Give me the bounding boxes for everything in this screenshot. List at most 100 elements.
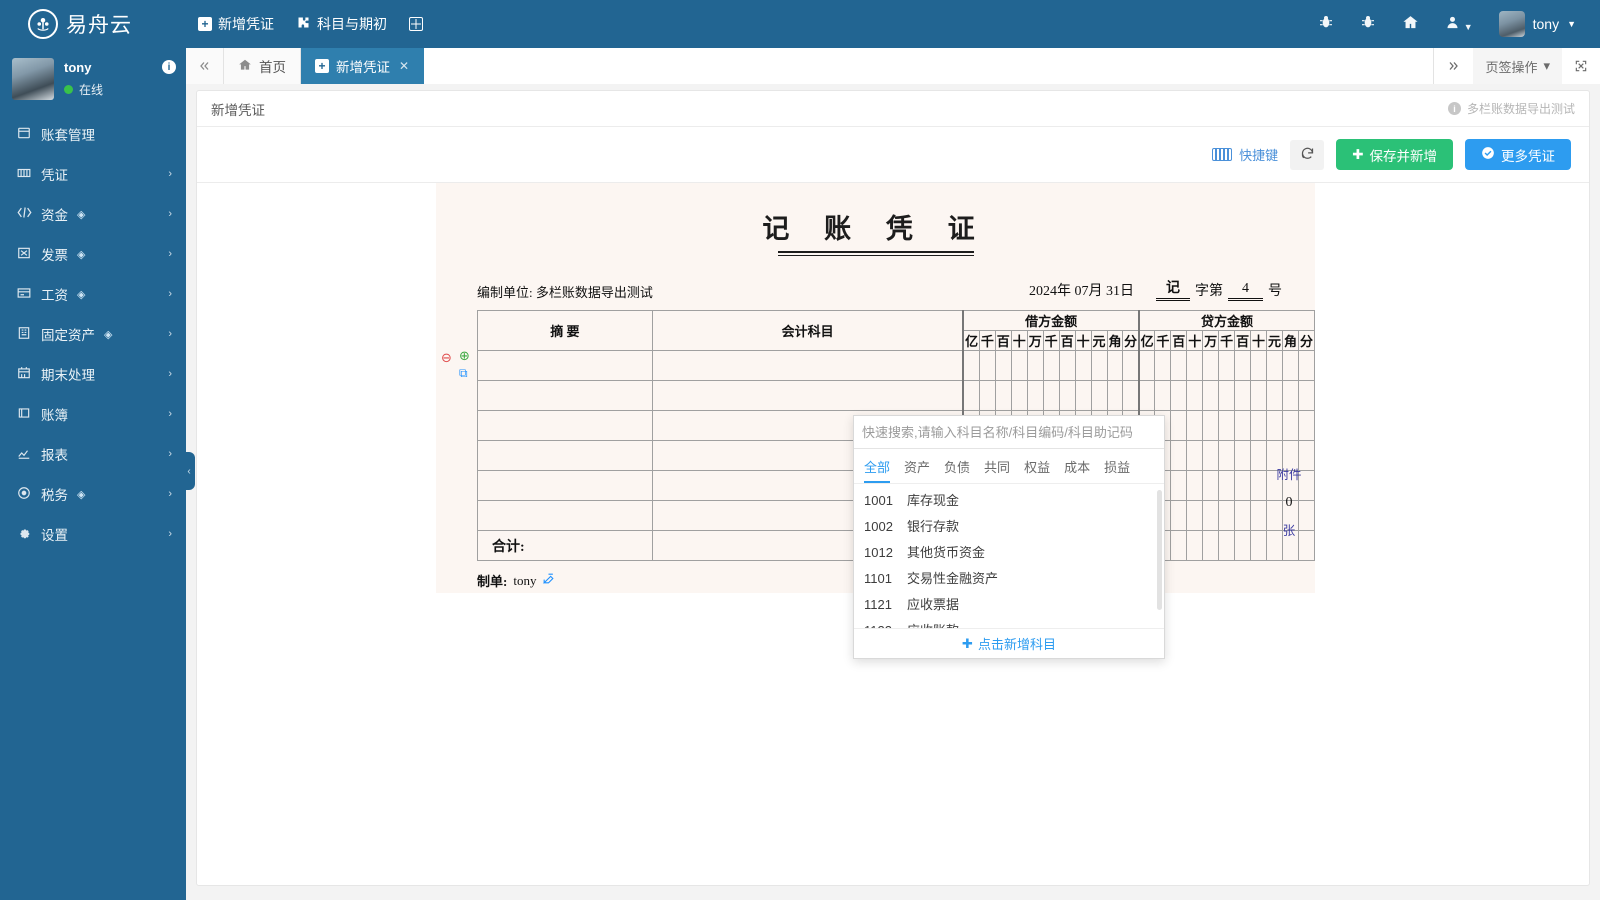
account-list-item[interactable]: 1101 交易性金融资产	[854, 566, 1164, 592]
debit-digit-cell[interactable]	[962, 380, 980, 411]
credit-digit-cell[interactable]	[1218, 350, 1236, 381]
account-list-item[interactable]: 1122 应收账款	[854, 618, 1164, 628]
sidebar-item-salary[interactable]: 工资 ◈ ›	[0, 274, 186, 314]
credit-digit-cell[interactable]	[1281, 350, 1299, 381]
sidebar-item-voucher[interactable]: 凭证 ›	[0, 154, 186, 194]
abstract-cell[interactable]	[477, 410, 653, 441]
credit-digit-cell[interactable]	[1250, 410, 1268, 441]
debit-digit-cell[interactable]	[994, 350, 1012, 381]
debit-digit-cell[interactable]	[1010, 380, 1028, 411]
debit-digit-cell[interactable]	[1058, 350, 1076, 381]
abstract-cell[interactable]	[477, 500, 653, 531]
account-list-item[interactable]: 1012 其他货币资金	[854, 540, 1164, 566]
credit-digit-cell[interactable]	[1234, 350, 1252, 381]
plus-circle-icon[interactable]: ⊕	[459, 349, 470, 362]
edit-icon[interactable]	[542, 572, 555, 589]
credit-digit-cell[interactable]	[1250, 500, 1268, 531]
credit-digit-cell[interactable]	[1218, 410, 1236, 441]
credit-digit-cell[interactable]	[1202, 410, 1220, 441]
tab-scroll-right-button[interactable]	[1433, 48, 1473, 84]
save-and-new-button[interactable]: ✚ 保存并新增	[1336, 139, 1453, 170]
credit-digit-cell[interactable]	[1250, 380, 1268, 411]
topnav-subjects[interactable]: 科目与期初	[296, 14, 387, 34]
credit-digit-cell[interactable]	[1297, 410, 1316, 441]
fullscreen-button[interactable]	[1562, 48, 1600, 84]
tab-scroll-left-button[interactable]	[186, 48, 224, 84]
user-switch-icon[interactable]: ▼	[1445, 15, 1473, 34]
credit-digit-cell[interactable]	[1202, 440, 1220, 471]
debit-digit-cell[interactable]	[962, 350, 980, 381]
credit-digit-cell[interactable]	[1234, 500, 1252, 531]
refresh-button[interactable]	[1290, 139, 1325, 170]
credit-digit-cell[interactable]	[1297, 350, 1316, 381]
sidebar-item-invoice[interactable]: 发票 ◈ ›	[0, 234, 186, 274]
voucher-no[interactable]: 4	[1228, 281, 1263, 301]
account-tab-liability[interactable]: 负债	[944, 457, 970, 483]
credit-digit-cell[interactable]	[1186, 470, 1204, 501]
debit-digit-cell[interactable]	[1122, 380, 1140, 411]
debit-digit-cell[interactable]	[1106, 380, 1124, 411]
sidebar-item-funds[interactable]: 资金 ◈ ›	[0, 194, 186, 234]
bug-icon-2[interactable]	[1360, 14, 1376, 34]
credit-digit-cell[interactable]	[1170, 500, 1188, 531]
credit-digit-cell[interactable]	[1250, 350, 1268, 381]
credit-digit-cell[interactable]	[1250, 440, 1268, 471]
credit-digit-cell[interactable]	[1170, 470, 1188, 501]
account-tab-common[interactable]: 共同	[984, 457, 1010, 483]
add-account-button[interactable]: ✚ 点击新增科目	[854, 628, 1164, 658]
credit-digit-cell[interactable]	[1186, 350, 1204, 381]
home-icon[interactable]	[1402, 14, 1419, 35]
credit-digit-cell[interactable]	[1202, 350, 1220, 381]
sidebar-item-period-end[interactable]: 期末处理 ›	[0, 354, 186, 394]
credit-digit-cell[interactable]	[1137, 350, 1156, 381]
close-icon[interactable]: ✕	[399, 59, 409, 73]
abstract-cell[interactable]	[477, 380, 653, 411]
debit-digit-cell[interactable]	[978, 380, 996, 411]
topnav-new-voucher[interactable]: + 新增凭证	[198, 14, 274, 34]
credit-digit-cell[interactable]	[1154, 380, 1172, 411]
sidebar-item-settings[interactable]: 设置 ›	[0, 514, 186, 554]
subject-cell[interactable]	[651, 380, 964, 411]
abstract-cell[interactable]	[477, 470, 653, 501]
debit-digit-cell[interactable]	[1090, 380, 1108, 411]
credit-digit-cell[interactable]	[1186, 440, 1204, 471]
account-list-item[interactable]: 1121 应收票据	[854, 592, 1164, 618]
credit-digit-cell[interactable]	[1137, 380, 1156, 411]
abstract-cell[interactable]	[477, 350, 653, 381]
subject-cell[interactable]	[651, 350, 964, 381]
account-list-item[interactable]: 1001 库存现金	[854, 488, 1164, 514]
credit-digit-cell[interactable]	[1266, 410, 1283, 441]
debit-digit-cell[interactable]	[1010, 350, 1028, 381]
account-search-input[interactable]	[854, 416, 1164, 449]
credit-digit-cell[interactable]	[1281, 410, 1299, 441]
minus-circle-icon[interactable]: ⊖	[441, 351, 452, 364]
credit-digit-cell[interactable]	[1281, 380, 1299, 411]
sidebar-item-account-sets[interactable]: 账套管理	[0, 114, 186, 154]
sidebar-item-reports[interactable]: 报表 ›	[0, 434, 186, 474]
info-icon[interactable]: i	[162, 60, 176, 74]
sidebar-item-tax[interactable]: 税务 ◈ ›	[0, 474, 186, 514]
debit-digit-cell[interactable]	[1042, 350, 1060, 381]
credit-digit-cell[interactable]	[1234, 470, 1252, 501]
account-tab-profit[interactable]: 损益	[1104, 457, 1130, 483]
tab-new-voucher[interactable]: + 新增凭证 ✕	[301, 48, 425, 84]
abstract-cell[interactable]	[477, 440, 653, 471]
credit-digit-cell[interactable]	[1186, 410, 1204, 441]
account-list-scrollbar[interactable]	[1157, 490, 1162, 610]
credit-digit-cell[interactable]	[1234, 440, 1252, 471]
credit-digit-cell[interactable]	[1218, 440, 1236, 471]
credit-digit-cell[interactable]	[1202, 500, 1220, 531]
credit-digit-cell[interactable]	[1218, 380, 1236, 411]
debit-digit-cell[interactable]	[1090, 350, 1108, 381]
voucher-word[interactable]: 记	[1156, 277, 1190, 301]
more-vouchers-button[interactable]: 更多凭证	[1465, 139, 1571, 170]
credit-digit-cell[interactable]	[1186, 500, 1204, 531]
tab-home[interactable]: 首页	[224, 48, 301, 84]
credit-digit-cell[interactable]	[1170, 350, 1188, 381]
sidebar-item-fixed-assets[interactable]: 固定资产 ◈ ›	[0, 314, 186, 354]
credit-digit-cell[interactable]	[1234, 410, 1252, 441]
voucher-date[interactable]: 2024年 07月 31日	[1029, 280, 1134, 301]
credit-digit-cell[interactable]	[1170, 410, 1188, 441]
account-tab-all[interactable]: 全部	[864, 457, 891, 483]
credit-digit-cell[interactable]	[1154, 350, 1172, 381]
